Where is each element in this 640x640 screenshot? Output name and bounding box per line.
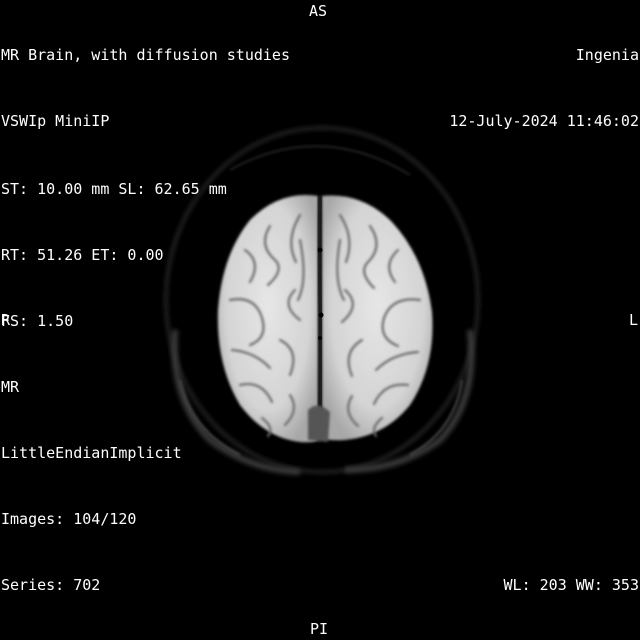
orientation-marker-right: L xyxy=(628,311,638,329)
acquisition-date-time: 12-July-2024 11:46:02 xyxy=(449,112,639,130)
timing-info: RT: 51.26 ET: 0.00 xyxy=(1,246,164,264)
field-strength: FS: 1.50 xyxy=(1,312,74,330)
orientation-marker-bottom: PI xyxy=(310,620,329,638)
slice-info: ST: 10.00 mm SL: 62.65 mm xyxy=(1,180,227,198)
series-number: Series: 702 xyxy=(1,576,101,594)
study-description: MR Brain, with diffusion studies xyxy=(1,46,290,64)
window-level-width: WL: 203 WW: 353 xyxy=(503,576,639,594)
top-right-overlay: Ingenia 12-July-2024 11:46:02 xyxy=(449,0,639,176)
institution-name: Ingenia xyxy=(575,46,639,64)
image-viewport[interactable]: MR Brain, with diffusion studies VSWIp M… xyxy=(0,0,640,640)
modality: MR xyxy=(1,378,20,396)
bottom-right-overlay: WL: 203 WW: 353 xyxy=(504,530,639,640)
image-counter: Images: 104/120 xyxy=(1,510,137,528)
series-description: VSWIp MiniIP xyxy=(1,112,110,130)
orientation-marker-top: AS xyxy=(309,2,328,20)
bottom-left-overlay: ST: 10.00 mm SL: 62.65 mm RT: 51.26 ET: … xyxy=(1,134,227,640)
transfer-syntax: LittleEndianImplicit xyxy=(1,444,182,462)
